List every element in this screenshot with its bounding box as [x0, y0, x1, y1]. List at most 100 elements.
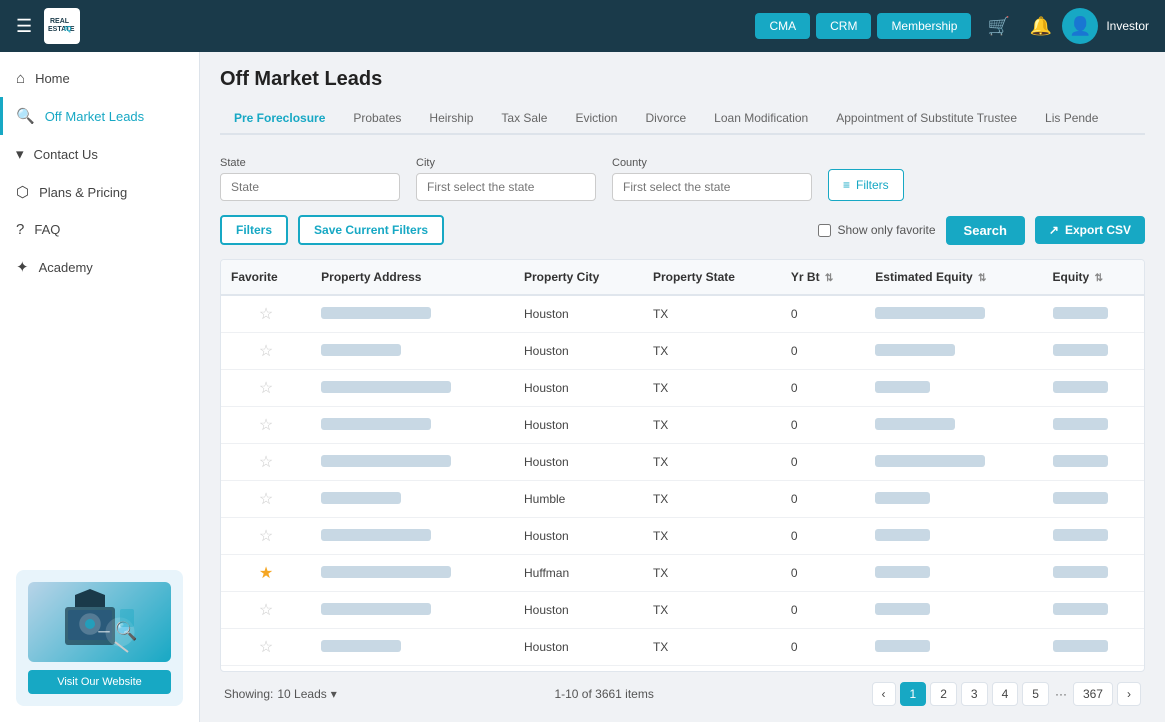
- tab-divorce[interactable]: Divorce: [631, 103, 700, 135]
- pagination-controls: ‹ 1 2 3 4 5 ··· 367 ›: [872, 682, 1141, 706]
- filters-button[interactable]: Filters: [220, 215, 288, 245]
- cart-icon[interactable]: 🛒: [987, 16, 1009, 37]
- notification-icon[interactable]: 🔔: [1030, 16, 1052, 37]
- star-empty-icon[interactable]: ☆: [259, 306, 273, 323]
- state-cell-2: TX: [643, 370, 781, 407]
- sidebar-item-plans-pricing[interactable]: ⬡ Plans & Pricing: [0, 173, 199, 211]
- page-3-button[interactable]: 3: [961, 682, 988, 706]
- showing-select[interactable]: Showing: 10 Leads ▾: [224, 687, 337, 701]
- county-input[interactable]: [612, 173, 812, 201]
- est-equity-blurred-9: [875, 640, 930, 652]
- star-cell-0[interactable]: ☆: [221, 295, 311, 333]
- star-cell-6[interactable]: ☆: [221, 518, 311, 555]
- contact-icon: ▾: [16, 145, 24, 163]
- equity-cell-7: [1043, 555, 1144, 592]
- sidebar-item-faq[interactable]: ? FAQ: [0, 211, 199, 248]
- page-last-button[interactable]: 367: [1073, 682, 1113, 706]
- col-yr-bt[interactable]: Yr Bt ⇅: [781, 260, 865, 295]
- address-blurred-1: [321, 344, 401, 356]
- star-empty-icon[interactable]: ☆: [259, 491, 273, 508]
- sidebar-item-off-market-leads[interactable]: 🔍 Off Market Leads: [0, 97, 199, 135]
- tab-probates[interactable]: Probates: [339, 103, 415, 135]
- sidebar-item-contact-us-label: Contact Us: [34, 147, 98, 162]
- star-cell-1[interactable]: ☆: [221, 333, 311, 370]
- star-empty-icon[interactable]: ☆: [259, 454, 273, 471]
- state-cell-0: TX: [643, 295, 781, 333]
- page-range-info: 1-10 of 3661 items: [554, 687, 653, 701]
- star-cell-7[interactable]: ★: [221, 555, 311, 592]
- tab-lis-pende[interactable]: Lis Pende: [1031, 103, 1112, 135]
- tab-eviction[interactable]: Eviction: [561, 103, 631, 135]
- page-4-button[interactable]: 4: [992, 682, 1019, 706]
- tab-tax-sale[interactable]: Tax Sale: [487, 103, 561, 135]
- star-empty-icon[interactable]: ☆: [259, 417, 273, 434]
- table-row: ☆ HumbleTX0: [221, 481, 1144, 518]
- filters-icon-button[interactable]: ≡ Filters: [828, 169, 904, 201]
- state-input[interactable]: [220, 173, 400, 201]
- star-empty-icon[interactable]: ☆: [259, 528, 273, 545]
- table-body: ☆ HoustonTX0 ☆ HoustonTX0 ☆ HoustonTX0 ☆…: [221, 295, 1144, 666]
- save-filters-button[interactable]: Save Current Filters: [298, 215, 444, 245]
- state-label: State: [220, 157, 400, 169]
- tab-pre-foreclosure[interactable]: Pre Foreclosure: [220, 103, 339, 135]
- main-content: Off Market Leads Pre Foreclosure Probate…: [200, 52, 1165, 722]
- equity-blurred-1: [1053, 344, 1108, 356]
- star-cell-5[interactable]: ☆: [221, 481, 311, 518]
- page-5-button[interactable]: 5: [1022, 682, 1049, 706]
- page-1-button[interactable]: 1: [900, 682, 927, 706]
- est-equity-cell-1: [865, 333, 1042, 370]
- page-2-button[interactable]: 2: [930, 682, 957, 706]
- prev-page-button[interactable]: ‹: [872, 682, 896, 706]
- star-empty-icon[interactable]: ☆: [259, 602, 273, 619]
- col-equity[interactable]: Equity ⇅: [1043, 260, 1144, 295]
- avatar[interactable]: 👤: [1062, 8, 1098, 44]
- address-blurred-9: [321, 640, 401, 652]
- star-empty-icon[interactable]: ☆: [259, 343, 273, 360]
- equity-blurred-0: [1053, 307, 1108, 319]
- tab-loan-modification[interactable]: Loan Modification: [700, 103, 822, 135]
- visit-website-button[interactable]: Visit Our Website: [28, 670, 171, 694]
- show-favorite-toggle[interactable]: Show only favorite: [818, 223, 935, 237]
- county-filter-group: County: [612, 157, 812, 201]
- city-input[interactable]: [416, 173, 596, 201]
- export-csv-button[interactable]: ↗ Export CSV: [1035, 216, 1145, 244]
- equity2-sort-icon: ⇅: [1095, 273, 1103, 284]
- address-blurred-6: [321, 529, 431, 541]
- star-filled-icon[interactable]: ★: [259, 565, 273, 582]
- address-cell-8: [311, 592, 514, 629]
- yr-bt-cell-3: 0: [781, 407, 865, 444]
- star-cell-4[interactable]: ☆: [221, 444, 311, 481]
- sidebar-item-contact-us[interactable]: ▾ Contact Us: [0, 135, 199, 173]
- cma-button[interactable]: CMA: [755, 13, 810, 39]
- hamburger-menu[interactable]: ☰: [16, 16, 32, 37]
- equity-blurred-7: [1053, 566, 1108, 578]
- est-equity-blurred-1: [875, 344, 955, 356]
- sidebar-item-home[interactable]: ⌂ Home: [0, 60, 199, 97]
- col-estimated-equity[interactable]: Estimated Equity ⇅: [865, 260, 1042, 295]
- tab-heirship[interactable]: Heirship: [415, 103, 487, 135]
- tabs-bar: Pre Foreclosure Probates Heirship Tax Sa…: [220, 103, 1145, 135]
- equity-blurred-4: [1053, 455, 1108, 467]
- star-cell-8[interactable]: ☆: [221, 592, 311, 629]
- star-empty-icon[interactable]: ☆: [259, 380, 273, 397]
- search-button[interactable]: Search: [946, 216, 1025, 245]
- show-favorite-checkbox[interactable]: [818, 224, 831, 237]
- est-equity-blurred-8: [875, 603, 930, 615]
- next-page-button[interactable]: ›: [1117, 682, 1141, 706]
- star-cell-2[interactable]: ☆: [221, 370, 311, 407]
- crm-button[interactable]: CRM: [816, 13, 871, 39]
- sidebar-item-academy-label: Academy: [39, 260, 93, 275]
- star-empty-icon[interactable]: ☆: [259, 639, 273, 656]
- city-cell-6: Houston: [514, 518, 643, 555]
- sidebar-item-academy[interactable]: ✦ Academy: [0, 248, 199, 286]
- address-cell-5: [311, 481, 514, 518]
- yr-bt-sort-icon: ⇅: [825, 273, 833, 284]
- table-row: ☆ HoustonTX0: [221, 444, 1144, 481]
- yr-bt-cell-0: 0: [781, 295, 865, 333]
- tab-appointment-substitute-trustee[interactable]: Appointment of Substitute Trustee: [822, 103, 1031, 135]
- membership-button[interactable]: Membership: [877, 13, 971, 39]
- star-cell-3[interactable]: ☆: [221, 407, 311, 444]
- equity-blurred-8: [1053, 603, 1108, 615]
- star-cell-9[interactable]: ☆: [221, 629, 311, 666]
- logo-icon: REAL ESTATE IQ: [44, 8, 80, 44]
